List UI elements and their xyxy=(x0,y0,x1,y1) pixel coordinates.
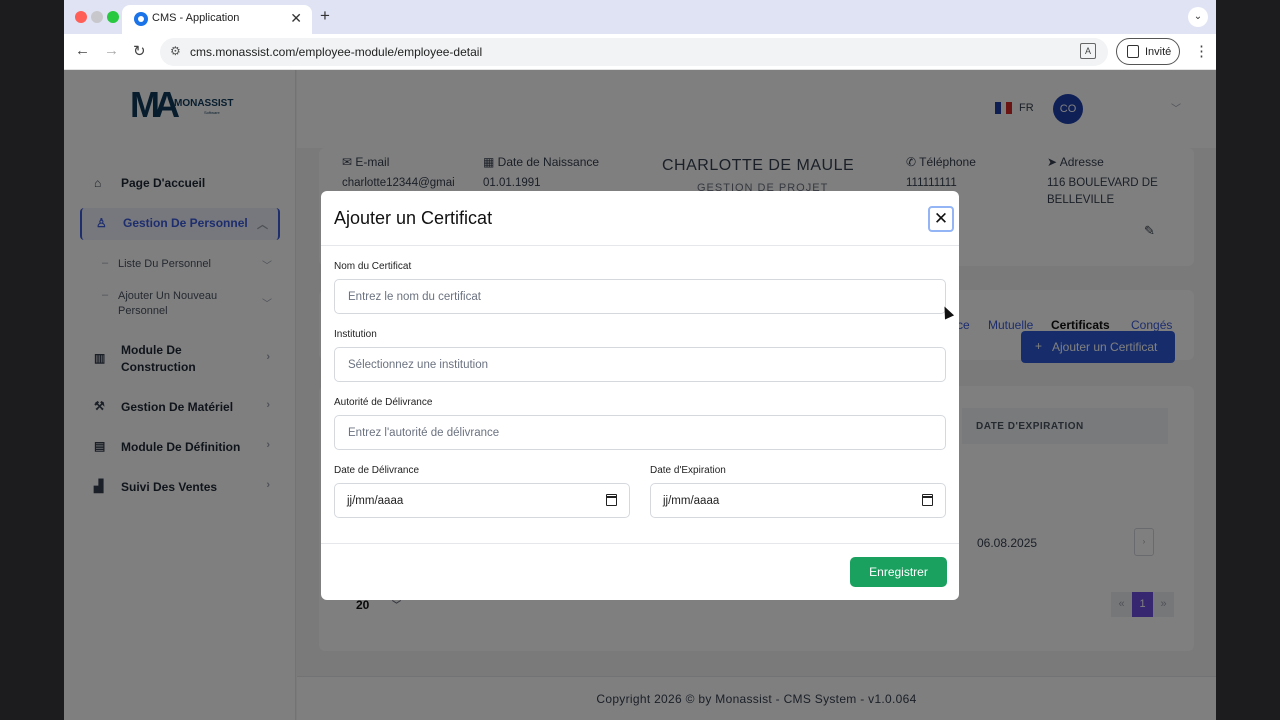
issue-date-label: Date de Délivrance xyxy=(334,465,420,476)
expiry-date-label: Date d'Expiration xyxy=(650,465,726,476)
tab-title: CMS - Application xyxy=(152,12,240,24)
tab-search-icon[interactable]: ⌄ xyxy=(1188,7,1208,27)
issue-date-value: jj/mm/aaaa xyxy=(347,495,404,507)
chrome-favicon-icon xyxy=(134,12,148,26)
maximize-window-button[interactable] xyxy=(107,11,119,23)
close-icon[interactable]: ✕ xyxy=(928,206,954,232)
modal-header-divider xyxy=(321,245,959,246)
address-bar: ← → ↻ ⚙ cms.monassist.com/employee-modul… xyxy=(64,34,1216,70)
minimize-window-button[interactable] xyxy=(91,11,103,23)
site-info-icon[interactable]: ⚙ xyxy=(170,44,181,58)
forward-icon[interactable]: → xyxy=(104,42,119,59)
authority-label: Autorité de Délivrance xyxy=(334,397,433,408)
back-icon[interactable]: ← xyxy=(75,42,90,59)
certificate-name-label: Nom du Certificat xyxy=(334,261,412,272)
browser-window: CMS - Application ✕ + ⌄ ← → ↻ ⚙ cms.mona… xyxy=(64,0,1216,720)
expiry-date-value: jj/mm/aaaa xyxy=(663,495,720,507)
institution-select[interactable] xyxy=(334,347,946,382)
profile-button[interactable]: Invité xyxy=(1116,38,1180,65)
more-menu-icon[interactable]: ⋮ xyxy=(1194,42,1209,60)
calendar-icon[interactable] xyxy=(921,494,933,506)
institution-label: Institution xyxy=(334,329,377,340)
certificate-name-input[interactable] xyxy=(334,279,946,314)
browser-tab[interactable]: CMS - Application ✕ xyxy=(122,5,312,34)
url-field[interactable]: ⚙ cms.monassist.com/employee-module/empl… xyxy=(160,38,1108,66)
reload-icon[interactable]: ↻ xyxy=(133,42,146,60)
close-tab-icon[interactable]: ✕ xyxy=(290,10,302,27)
new-tab-icon[interactable]: + xyxy=(320,6,330,26)
profile-label: Invité xyxy=(1145,46,1172,58)
translate-icon[interactable]: A xyxy=(1080,43,1096,59)
save-button[interactable]: Enregistrer xyxy=(850,557,947,587)
issue-date-input[interactable]: jj/mm/aaaa xyxy=(334,483,630,518)
expiry-date-input[interactable]: jj/mm/aaaa xyxy=(650,483,946,518)
calendar-icon[interactable] xyxy=(605,494,617,506)
modal-footer-divider xyxy=(321,543,959,544)
modal-title: Ajouter un Certificat xyxy=(334,208,493,228)
tab-bar: CMS - Application ✕ + ⌄ xyxy=(64,0,1216,34)
url-text: cms.monassist.com/employee-module/employ… xyxy=(190,45,483,59)
person-icon xyxy=(1127,45,1139,58)
close-window-button[interactable] xyxy=(75,11,87,23)
add-certificate-modal: Ajouter un Certificat ✕ Nom du Certifica… xyxy=(321,191,959,600)
authority-input[interactable] xyxy=(334,415,946,450)
